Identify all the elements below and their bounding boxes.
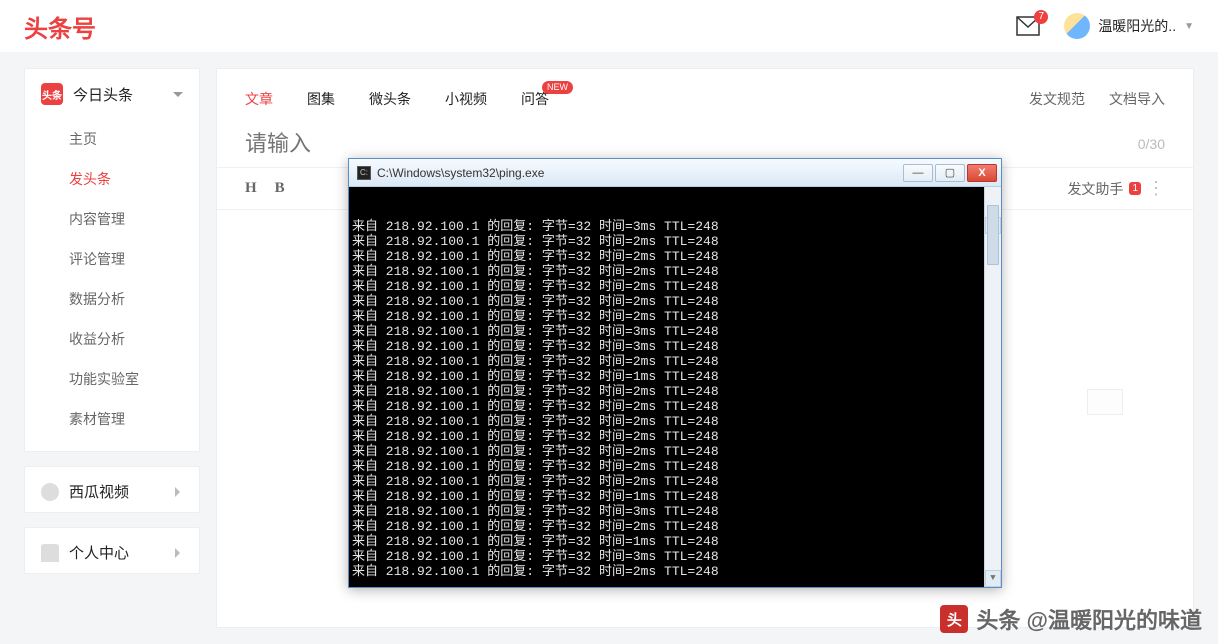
avatar <box>1064 13 1090 39</box>
sidebar-item[interactable]: 收益分析 <box>25 319 199 359</box>
sidebar: 头条 今日头条 主页发头条内容管理评论管理数据分析收益分析功能实验室素材管理 西… <box>24 68 200 628</box>
close-button[interactable]: X <box>967 164 997 182</box>
tab[interactable]: 图集 <box>307 89 335 109</box>
terminal-output: 来自 218.92.100.1 的回复: 字节=32 时间=3ms TTL=24… <box>352 219 998 579</box>
xigua-icon <box>41 483 59 501</box>
watermark-text: 头条 @温暖阳光的味道 <box>976 603 1202 635</box>
chevron-down-icon: ▼ <box>1184 21 1194 32</box>
sidebar-item[interactable]: 内容管理 <box>25 199 199 239</box>
section-title: 西瓜视频 <box>69 481 129 502</box>
tab-actions: 发文规范 文档导入 <box>1029 89 1165 109</box>
tab[interactable]: 微头条 <box>369 89 411 109</box>
helper-button[interactable]: 发文助手 1 ⋮ <box>1067 178 1165 199</box>
section-title: 个人中心 <box>69 542 129 563</box>
heading-button[interactable]: H <box>245 180 257 197</box>
watermark-logo-icon: 头 <box>940 605 968 633</box>
user-name: 温暖阳光的.. <box>1098 16 1176 36</box>
section-title: 今日头条 <box>73 84 133 105</box>
section-head-xigua[interactable]: 西瓜视频 <box>25 467 199 512</box>
topbar: 头条号 7 温暖阳光的.. ▼ <box>0 0 1218 52</box>
sidebar-item[interactable]: 评论管理 <box>25 239 199 279</box>
sidebar-section-toutiao: 头条 今日头条 主页发头条内容管理评论管理数据分析收益分析功能实验室素材管理 <box>24 68 200 452</box>
small-box <box>1087 389 1123 415</box>
scroll-down-icon[interactable]: ▼ <box>985 570 1001 587</box>
section-head-personal[interactable]: 个人中心 <box>25 528 199 573</box>
minimize-button[interactable]: — <box>903 164 933 182</box>
watermark: 头 头条 @温暖阳光的味道 <box>940 603 1202 635</box>
sidebar-item[interactable]: 数据分析 <box>25 279 199 319</box>
tab-action[interactable]: 文档导入 <box>1109 89 1165 109</box>
sidebar-menu: 主页发头条内容管理评论管理数据分析收益分析功能实验室素材管理 <box>25 115 199 451</box>
sidebar-item[interactable]: 功能实验室 <box>25 359 199 399</box>
maximize-button[interactable]: ▢ <box>935 164 965 182</box>
bold-button[interactable]: B <box>275 180 285 197</box>
new-badge: NEW <box>542 81 573 94</box>
sidebar-item[interactable]: 素材管理 <box>25 399 199 439</box>
toutiao-badge-icon: 头条 <box>41 83 63 105</box>
window-buttons: — ▢ X <box>903 164 997 182</box>
scroll-thumb[interactable] <box>987 205 999 265</box>
helper-label: 发文助手 <box>1067 179 1123 199</box>
tab[interactable]: 问答NEW <box>521 89 549 109</box>
sidebar-item[interactable]: 发头条 <box>25 159 199 199</box>
title-input[interactable] <box>245 131 1122 157</box>
mail-button[interactable]: 7 <box>1016 16 1040 36</box>
terminal-window: C: C:\Windows\system32\ping.exe — ▢ X 来自… <box>348 158 1002 588</box>
more-icon[interactable]: ⋮ <box>1147 178 1165 199</box>
scrollbar[interactable]: ▲ ▼ <box>984 187 1001 587</box>
terminal-icon: C: <box>357 166 371 180</box>
sidebar-item[interactable]: 主页 <box>25 119 199 159</box>
mail-badge: 7 <box>1034 10 1048 24</box>
tab[interactable]: 小视频 <box>445 89 487 109</box>
terminal-title: C:\Windows\system32\ping.exe <box>377 166 544 180</box>
person-icon <box>41 544 59 562</box>
topbar-right: 7 温暖阳光的.. ▼ <box>1016 13 1194 39</box>
content-tabs: 文章 图集 微头条 小视频 问答NEW 发文规范 文档导入 <box>217 69 1193 121</box>
sidebar-section-xigua: 西瓜视频 <box>24 466 200 513</box>
tab[interactable]: 文章 <box>245 89 273 109</box>
section-head-toutiao[interactable]: 头条 今日头条 <box>25 69 199 115</box>
char-counter: 0/30 <box>1138 136 1165 152</box>
tab-action[interactable]: 发文规范 <box>1029 89 1085 109</box>
terminal-titlebar[interactable]: C: C:\Windows\system32\ping.exe — ▢ X <box>349 159 1001 187</box>
helper-badge: 1 <box>1129 182 1141 195</box>
sidebar-section-personal: 个人中心 <box>24 527 200 574</box>
site-logo: 头条号 <box>24 9 96 44</box>
terminal-body[interactable]: 来自 218.92.100.1 的回复: 字节=32 时间=3ms TTL=24… <box>349 187 1001 587</box>
user-menu[interactable]: 温暖阳光的.. ▼ <box>1064 13 1194 39</box>
